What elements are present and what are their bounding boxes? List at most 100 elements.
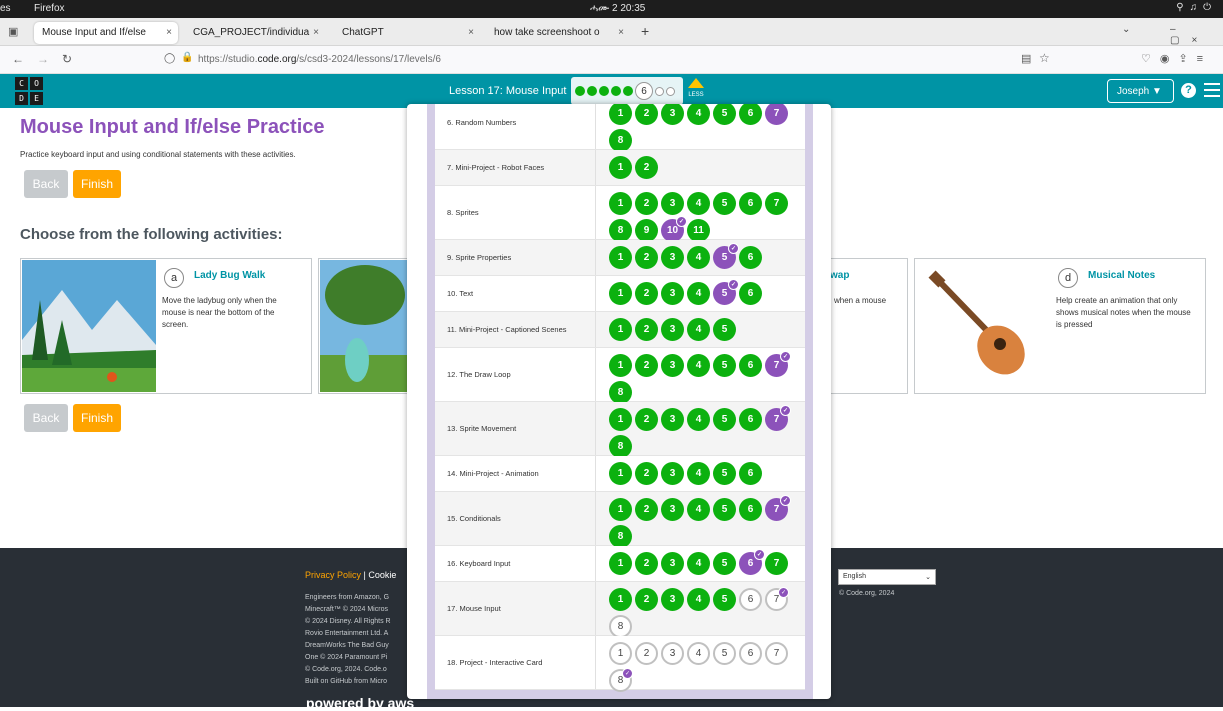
level-bubble[interactable]: 1 [609, 408, 632, 431]
level-bubble[interactable]: 5 [713, 552, 736, 575]
level-bubble[interactable]: 4 [687, 462, 710, 485]
level-bubble[interactable]: 1 [609, 354, 632, 377]
lesson-name[interactable]: 8. Sprites [447, 208, 479, 217]
toolbar-icons[interactable]: ♡◉⇪≡ [1141, 52, 1212, 65]
lesson-name[interactable]: 16. Keyboard Input [447, 559, 510, 568]
level-bubble[interactable]: 4 [687, 588, 710, 611]
tab-chatgpt[interactable]: ChatGPT × [334, 22, 480, 44]
level-bubble[interactable]: 1 [609, 246, 632, 269]
level-bubble[interactable]: 4 [687, 498, 710, 521]
level-bubble[interactable]: 7 ✓ [765, 351, 791, 377]
lesson-name[interactable]: 10. Text [447, 289, 473, 298]
chevron-down-icon[interactable]: ⌄ [1122, 24, 1130, 35]
level-bubble[interactable]: 5 [713, 408, 736, 431]
level-bubble[interactable]: 3 [661, 642, 684, 665]
close-icon[interactable]: × [313, 27, 319, 38]
lesson-name[interactable]: 15. Conditionals [447, 514, 501, 523]
level-dot[interactable] [611, 86, 621, 96]
privacy-policy-link[interactable]: Privacy Policy [305, 570, 361, 580]
code-org-logo[interactable]: C O D E [15, 77, 43, 105]
level-bubble[interactable]: 3 [661, 498, 684, 521]
level-bubble[interactable]: 4 [687, 246, 710, 269]
level-bubble[interactable]: 2 [635, 246, 658, 269]
close-icon[interactable]: × [166, 27, 172, 38]
level-bubble[interactable]: 6 ✓ [739, 549, 765, 575]
level-bubble[interactable]: 1 [609, 552, 632, 575]
level-progress[interactable]: 6 [571, 77, 683, 105]
tab-cga-project[interactable]: CGA_PROJECT/individua × [185, 22, 325, 44]
level-bubble[interactable]: 2 [635, 462, 658, 485]
level-dot[interactable] [655, 86, 664, 96]
reload-icon[interactable]: ↻ [62, 52, 72, 66]
level-bubble[interactable]: 2 [635, 642, 658, 665]
level-bubble[interactable]: 8 [609, 381, 632, 404]
level-bubble[interactable]: 3 [661, 354, 684, 377]
level-bubble[interactable]: 8 [609, 615, 632, 638]
level-bubble[interactable]: 1 [609, 462, 632, 485]
level-bubble[interactable]: 3 [661, 462, 684, 485]
lesson-name[interactable]: 7. Mini-Project - Robot Faces [447, 163, 544, 172]
lesson-title[interactable]: Lesson 17: Mouse Input [449, 85, 566, 97]
level-bubble[interactable]: 9 [635, 219, 658, 242]
close-icon[interactable]: × [618, 27, 624, 38]
level-bubble[interactable]: 3 [661, 318, 684, 341]
level-bubble[interactable]: 2 [635, 318, 658, 341]
cookie-link[interactable]: Cookie [368, 570, 396, 580]
language-select[interactable]: English ⌄ [838, 569, 936, 585]
back-button-bottom[interactable]: Back [24, 404, 68, 432]
tab-list-icon[interactable]: ▣ [8, 25, 18, 38]
os-clock[interactable]: ሓሙ 2 20:35 [590, 3, 645, 14]
current-level-bubble[interactable]: 6 [635, 82, 653, 100]
window-controls[interactable]: –▢× [1170, 24, 1223, 46]
level-bubble[interactable]: 7 [765, 552, 788, 575]
bookmark-star-icon[interactable]: ☆ [1039, 51, 1050, 65]
os-activities[interactable]: es [0, 3, 11, 14]
level-bubble[interactable]: 6 [739, 282, 762, 305]
level-bubble[interactable]: 2 [635, 104, 658, 125]
level-bubble[interactable]: 1 [609, 192, 632, 215]
system-tray-icons[interactable]: ⚲♫⏻ [1176, 2, 1217, 13]
lesson-name[interactable]: 9. Sprite Properties [447, 253, 511, 262]
level-dot[interactable] [623, 86, 633, 96]
level-bubble[interactable]: 4 [687, 354, 710, 377]
level-bubble[interactable]: 8 [609, 129, 632, 152]
level-bubble[interactable]: 3 [661, 192, 684, 215]
level-bubble[interactable]: 2 [635, 282, 658, 305]
level-bubble[interactable]: 4 [687, 642, 710, 665]
level-bubble[interactable]: 4 [687, 318, 710, 341]
reader-view-icon[interactable]: ▤ [1021, 52, 1031, 65]
level-bubble[interactable]: 2 [635, 498, 658, 521]
level-bubble[interactable]: 4 [687, 408, 710, 431]
level-bubble[interactable]: 4 [687, 282, 710, 305]
finish-button-bottom[interactable]: Finish [73, 404, 121, 432]
level-bubble[interactable]: 1 [609, 318, 632, 341]
level-bubble[interactable]: 5 [713, 318, 736, 341]
level-bubble[interactable]: 3 [661, 408, 684, 431]
close-icon[interactable]: × [468, 27, 474, 38]
level-dot[interactable] [666, 86, 675, 96]
level-bubble[interactable]: 5 [713, 588, 736, 611]
level-bubble[interactable]: 1 [609, 156, 632, 179]
activity-card-lady-bug[interactable]: a Lady Bug Walk Move the ladybug only wh… [20, 258, 312, 394]
level-bubble[interactable]: 2 [635, 156, 658, 179]
shield-icon[interactable]: ◯ [164, 53, 175, 64]
level-bubble[interactable]: 5 [713, 104, 736, 125]
level-bubble[interactable]: 7 ✓ [765, 495, 791, 521]
level-bubble[interactable]: 7 [765, 104, 788, 125]
level-dot[interactable] [575, 86, 585, 96]
level-bubble[interactable]: 6 [739, 408, 762, 431]
level-bubble[interactable]: 5 ✓ [713, 243, 739, 269]
level-bubble[interactable]: 5 [713, 462, 736, 485]
activity-title[interactable]: Musical Notes [1088, 270, 1155, 281]
user-menu-button[interactable]: Joseph ▼ [1107, 79, 1174, 103]
lesson-name[interactable]: 18. Project - Interactive Card [447, 658, 542, 667]
lesson-name[interactable]: 13. Sprite Movement [447, 424, 516, 433]
lesson-name[interactable]: 6. Random Numbers [447, 118, 516, 127]
level-bubble[interactable]: 3 [661, 588, 684, 611]
level-bubble[interactable]: 3 [661, 552, 684, 575]
lesson-name[interactable]: 11. Mini-Project - Captioned Scenes [447, 325, 567, 334]
activity-title[interactable]: wap [830, 270, 849, 281]
level-bubble[interactable]: 2 [635, 192, 658, 215]
level-bubble[interactable]: 8 [609, 525, 632, 548]
lock-icon[interactable]: 🔒 [181, 52, 193, 63]
